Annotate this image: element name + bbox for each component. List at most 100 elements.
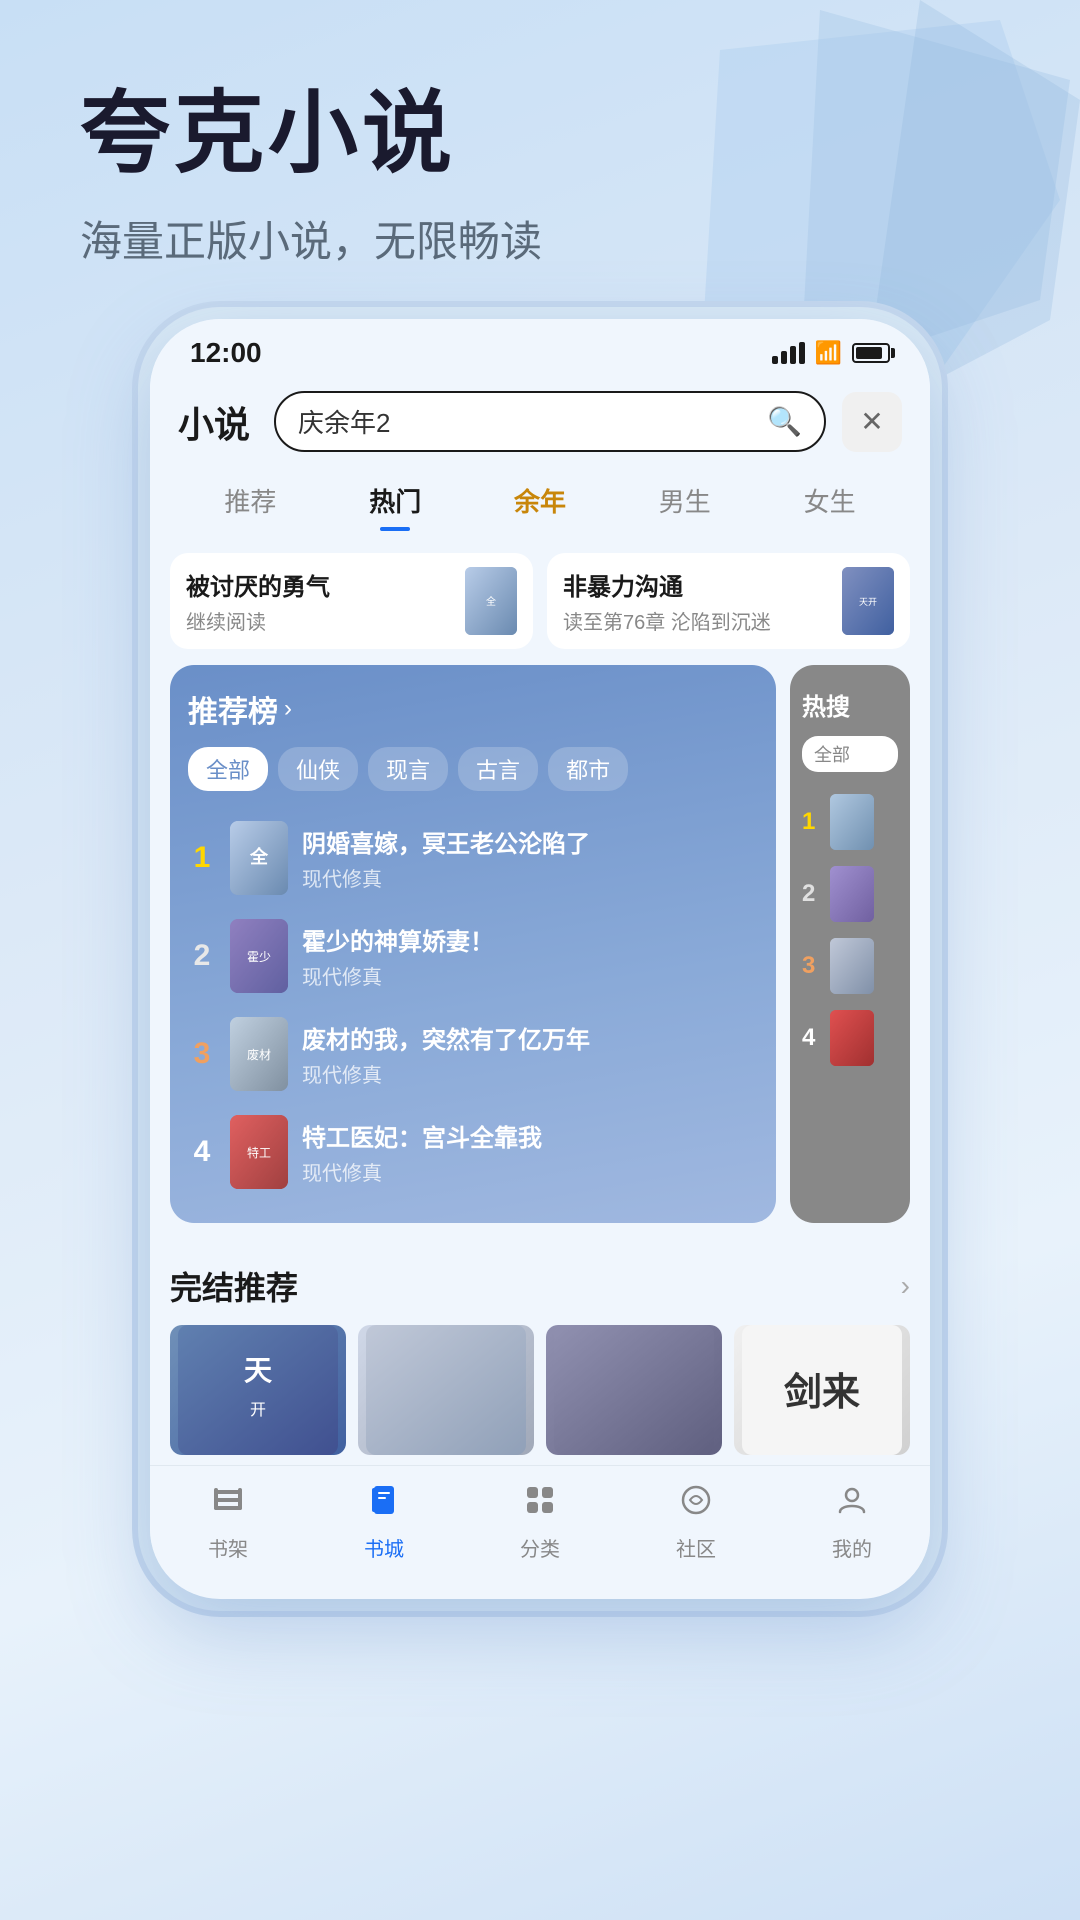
book-cover-2: 霍少 xyxy=(230,919,288,993)
book-item-2[interactable]: 2 霍少 霍少的神算娇妻！ 现代修真 xyxy=(188,907,758,1005)
recent-card-1[interactable]: 被讨厌的勇气 继续阅读 全 xyxy=(170,553,533,649)
recommend-arrow[interactable]: › xyxy=(284,695,292,723)
svg-text:天开: 天开 xyxy=(859,597,877,607)
nav-categories-label: 分类 xyxy=(520,1533,560,1562)
tab-yuenian[interactable]: 余年 xyxy=(468,474,613,527)
book-info-2: 霍少的神算娇妻！ 现代修真 xyxy=(302,922,758,990)
promo-area: 夸克小说 海量正版小说，无限畅读 xyxy=(0,0,1080,309)
promo-subtitle: 海量正版小说，无限畅读 xyxy=(80,208,1020,269)
recommend-filters: 全部 仙侠 现言 古言 都市 xyxy=(188,747,758,791)
book-cover-4: 特工 xyxy=(230,1115,288,1189)
grid-icon xyxy=(522,1482,558,1527)
promo-title: 夸克小说 xyxy=(80,80,1020,188)
nav-bookstore[interactable]: 书城 xyxy=(306,1482,462,1562)
complete-cover-2[interactable] xyxy=(358,1325,534,1455)
svg-text:全: 全 xyxy=(486,595,496,608)
tab-hot[interactable]: 热门 xyxy=(323,474,468,527)
svg-text:特工: 特工 xyxy=(247,1145,271,1160)
nav-bookstore-label: 书城 xyxy=(364,1533,404,1562)
shelf-icon xyxy=(210,1482,246,1527)
recent-title-1: 被讨厌的勇气 xyxy=(186,567,453,602)
recommend-title: 推荐榜 xyxy=(188,687,278,731)
hot-item-1[interactable]: 1 xyxy=(802,786,898,858)
rank-3: 3 xyxy=(188,1037,216,1071)
book-cover-3: 废材 xyxy=(230,1017,288,1091)
hot-item-3[interactable]: 3 xyxy=(802,930,898,1002)
rank-2: 2 xyxy=(188,939,216,973)
status-icons: 📶 xyxy=(772,340,890,366)
main-content: 推荐榜 › 全部 仙侠 现言 古言 都市 1 xyxy=(150,665,930,1243)
hot-rank-1: 1 xyxy=(802,808,822,836)
app-title: 小说 xyxy=(178,396,258,448)
book-info-3: 废材的我，突然有了亿万年 现代修真 xyxy=(302,1020,758,1088)
filter-xianyan[interactable]: 现言 xyxy=(368,747,448,791)
book-item-4[interactable]: 4 特工 特工医妃：宫斗全靠我 现代修真 xyxy=(188,1103,758,1201)
book-genre-4: 现代修真 xyxy=(302,1157,758,1186)
complete-cover-3[interactable] xyxy=(546,1325,722,1455)
hot-rank-2: 2 xyxy=(802,880,822,908)
recent-cover-1: 全 xyxy=(465,567,517,635)
nav-community[interactable]: 社区 xyxy=(618,1482,774,1562)
book-item-3[interactable]: 3 废材 废材的我，突然有了亿万年 现代修真 xyxy=(188,1005,758,1103)
status-time: 12:00 xyxy=(190,337,262,369)
hot-rank-4: 4 xyxy=(802,1024,822,1052)
book-cover-1: 全 xyxy=(230,821,288,895)
tab-female[interactable]: 女生 xyxy=(757,474,902,527)
nav-community-label: 社区 xyxy=(676,1533,716,1562)
battery-icon xyxy=(852,343,890,363)
book-name-3: 废材的我，突然有了亿万年 xyxy=(302,1020,758,1055)
bottom-nav: 书架 书城 xyxy=(150,1465,930,1586)
book-name-2: 霍少的神算娇妻！ xyxy=(302,922,758,957)
recent-info-1: 被讨厌的勇气 继续阅读 xyxy=(186,567,453,635)
search-icon[interactable]: 🔍 xyxy=(767,405,802,438)
nav-profile[interactable]: 我的 xyxy=(774,1482,930,1562)
complete-cover-4[interactable]: 剑来 xyxy=(734,1325,910,1455)
search-bar[interactable]: 庆余年2 🔍 xyxy=(274,391,826,452)
hot-item-2[interactable]: 2 xyxy=(802,858,898,930)
nav-tabs: 推荐 热门 余年 男生 女生 xyxy=(150,466,930,543)
filter-xianxia[interactable]: 仙侠 xyxy=(278,747,358,791)
hot-cover-2 xyxy=(830,866,874,922)
recent-card-2[interactable]: 非暴力沟通 读至第76章 沦陷到沉迷 天开 xyxy=(547,553,910,649)
recent-reads: 被讨厌的勇气 继续阅读 全 非暴力沟通 读至第76章 沦陷到沉迷 xyxy=(150,543,930,665)
svg-text:天: 天 xyxy=(244,1355,272,1386)
complete-arrow[interactable]: › xyxy=(901,1270,910,1302)
book-item-1[interactable]: 1 全 阴婚喜嫁，冥王老公沦陷了 现代修真 xyxy=(188,809,758,907)
recent-title-2: 非暴力沟通 xyxy=(563,567,830,602)
hot-item-4[interactable]: 4 xyxy=(802,1002,898,1074)
filter-dushi[interactable]: 都市 xyxy=(548,747,628,791)
nav-profile-label: 我的 xyxy=(832,1533,872,1562)
tab-male[interactable]: 男生 xyxy=(612,474,757,527)
complete-header: 完结推荐 › xyxy=(170,1263,910,1309)
search-text: 庆余年2 xyxy=(298,403,757,440)
nav-shelf-label: 书架 xyxy=(208,1533,248,1562)
book-info-4: 特工医妃：宫斗全靠我 现代修真 xyxy=(302,1118,758,1186)
phone-mockup: 12:00 📶 小说 庆余年2 🔍 ✕ xyxy=(150,319,930,1599)
book-info-1: 阴婚喜嫁，冥王老公沦陷了 现代修真 xyxy=(302,824,758,892)
complete-section: 完结推荐 › 天 开 xyxy=(150,1243,930,1465)
community-icon xyxy=(678,1482,714,1527)
hot-cover-1 xyxy=(830,794,874,850)
filter-guyan[interactable]: 古言 xyxy=(458,747,538,791)
svg-text:废材: 废材 xyxy=(247,1047,271,1062)
svg-text:剑来: 剑来 xyxy=(784,1371,860,1414)
hot-title: 热搜 xyxy=(802,687,898,722)
filter-all[interactable]: 全部 xyxy=(188,747,268,791)
nav-categories[interactable]: 分类 xyxy=(462,1482,618,1562)
hot-filter-all[interactable]: 全部 xyxy=(802,736,898,772)
tab-recommend[interactable]: 推荐 xyxy=(178,474,323,527)
phone-wrapper: 12:00 📶 小说 庆余年2 🔍 ✕ xyxy=(0,319,1080,1599)
svg-text:全: 全 xyxy=(249,846,269,867)
recent-progress-1: 继续阅读 xyxy=(186,606,453,635)
recommend-header: 推荐榜 › xyxy=(188,687,758,731)
book-genre-1: 现代修真 xyxy=(302,863,758,892)
complete-cover-1[interactable]: 天 开 xyxy=(170,1325,346,1455)
recent-cover-2: 天开 xyxy=(842,567,894,635)
status-bar: 12:00 📶 xyxy=(150,319,930,377)
signal-icon xyxy=(772,342,805,364)
rank-4: 4 xyxy=(188,1135,216,1169)
close-button[interactable]: ✕ xyxy=(842,392,902,452)
profile-icon xyxy=(834,1482,870,1527)
nav-shelf[interactable]: 书架 xyxy=(150,1482,306,1562)
hot-cover-4 xyxy=(830,1010,874,1066)
